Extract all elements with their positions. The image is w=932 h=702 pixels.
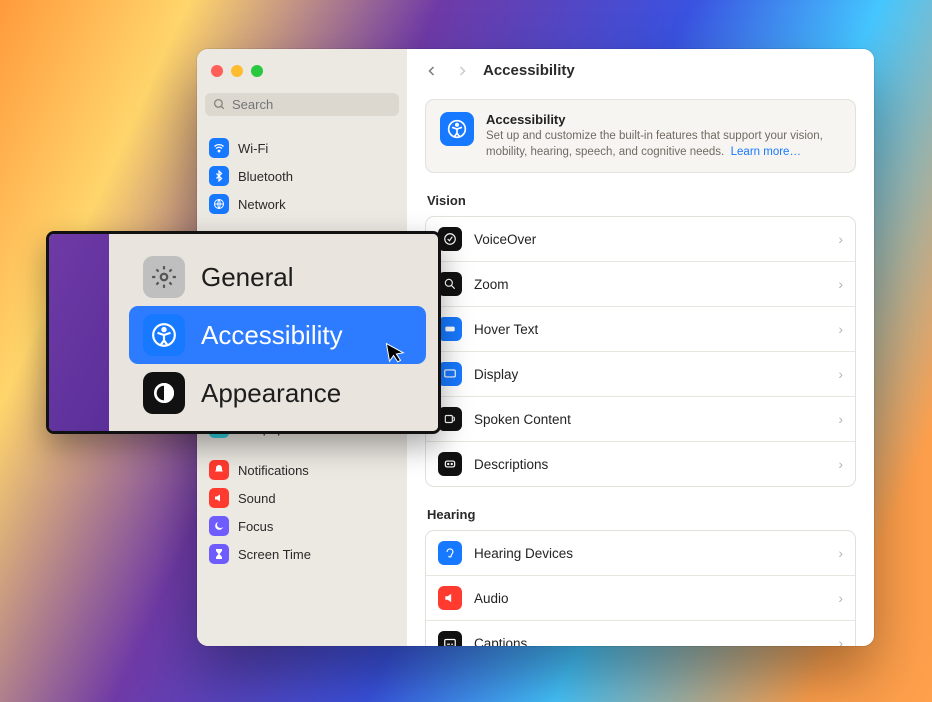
- chevron-right-icon: ›: [838, 411, 843, 427]
- hero-title: Accessibility: [486, 112, 841, 127]
- spoken-icon: [438, 407, 462, 431]
- ear-icon: [438, 541, 462, 565]
- page-title: Accessibility: [483, 62, 575, 79]
- hero-card: Accessibility Set up and customize the b…: [425, 99, 856, 173]
- chevron-right-icon: ›: [838, 231, 843, 247]
- chevron-right-icon: ›: [838, 456, 843, 472]
- sidebar-item-notifications[interactable]: Notifications: [203, 456, 401, 484]
- accessibility-icon: [440, 112, 474, 146]
- sidebar-item-label: Notifications: [238, 463, 309, 478]
- row-display[interactable]: Display ›: [426, 351, 855, 396]
- sidebar-item-screentime[interactable]: Screen Time: [203, 540, 401, 568]
- row-label: Zoom: [474, 277, 826, 292]
- row-label: Captions: [474, 636, 826, 646]
- callout-wallpaper-sliver: [49, 234, 109, 431]
- close-window-button[interactable]: [211, 65, 223, 77]
- forward-button[interactable]: [453, 62, 471, 80]
- chevron-right-icon: ›: [838, 635, 843, 646]
- chevron-right-icon: ›: [838, 321, 843, 337]
- sidebar-item-label: Focus: [238, 519, 273, 534]
- learn-more-link[interactable]: Learn more…: [731, 146, 801, 158]
- main-panel: Accessibility Accessibility Set up and c…: [407, 49, 874, 646]
- sidebar-item-label: Screen Time: [238, 547, 311, 562]
- section-header-hearing: Hearing: [427, 507, 854, 522]
- speaker-icon: [209, 488, 229, 508]
- sidebar-item-label: Network: [238, 197, 286, 212]
- hovertext-icon: [438, 317, 462, 341]
- search-icon: [213, 98, 226, 111]
- zoomed-item-label: Appearance: [201, 378, 341, 409]
- sidebar-item-wifi[interactable]: Wi-Fi: [203, 134, 401, 162]
- voiceover-icon: [438, 227, 462, 251]
- minimize-window-button[interactable]: [231, 65, 243, 77]
- zoomed-sidebar-item-appearance[interactable]: Appearance: [129, 364, 426, 422]
- captions-icon: [438, 631, 462, 646]
- globe-icon: [209, 194, 229, 214]
- window-controls: [197, 49, 407, 93]
- row-label: Audio: [474, 591, 826, 606]
- zoomed-item-label: General: [201, 262, 294, 293]
- wifi-icon: [209, 138, 229, 158]
- row-descriptions[interactable]: Descriptions ›: [426, 441, 855, 486]
- sidebar-item-sound[interactable]: Sound: [203, 484, 401, 512]
- hearing-list: Hearing Devices › Audio › Captions ›: [425, 530, 856, 646]
- bell-icon: [209, 460, 229, 480]
- zoomed-sidebar-item-accessibility[interactable]: Accessibility: [129, 306, 426, 364]
- bluetooth-icon: [209, 166, 229, 186]
- hourglass-icon: [209, 544, 229, 564]
- sidebar-item-network[interactable]: Network: [203, 190, 401, 218]
- zoomed-sidebar-item-general[interactable]: General: [129, 248, 426, 306]
- appearance-icon: [143, 372, 185, 414]
- row-spoken[interactable]: Spoken Content ›: [426, 396, 855, 441]
- row-label: Descriptions: [474, 457, 826, 472]
- row-zoom[interactable]: Zoom ›: [426, 261, 855, 306]
- zoom-icon: [438, 272, 462, 296]
- descriptions-icon: [438, 452, 462, 476]
- zoomed-item-label: Accessibility: [201, 320, 343, 351]
- sidebar-item-label: Bluetooth: [238, 169, 293, 184]
- row-label: Display: [474, 367, 826, 382]
- chevron-right-icon: ›: [838, 366, 843, 382]
- sidebar-item-bluetooth[interactable]: Bluetooth: [203, 162, 401, 190]
- row-voiceover[interactable]: VoiceOver ›: [426, 217, 855, 261]
- speaker-icon: [438, 586, 462, 610]
- sidebar-item-label: Wi-Fi: [238, 141, 268, 156]
- search-field[interactable]: [205, 93, 399, 116]
- row-hovertext[interactable]: Hover Text ›: [426, 306, 855, 351]
- row-label: Spoken Content: [474, 412, 826, 427]
- row-audio[interactable]: Audio ›: [426, 575, 855, 620]
- row-captions[interactable]: Captions ›: [426, 620, 855, 646]
- section-header-vision: Vision: [427, 193, 854, 208]
- mouse-cursor: [385, 340, 407, 365]
- row-label: VoiceOver: [474, 232, 826, 247]
- chevron-right-icon: ›: [838, 545, 843, 561]
- zoom-window-button[interactable]: [251, 65, 263, 77]
- row-hearing-devices[interactable]: Hearing Devices ›: [426, 531, 855, 575]
- moon-icon: [209, 516, 229, 536]
- accessibility-icon: [143, 314, 185, 356]
- search-input[interactable]: [232, 97, 391, 112]
- vision-list: VoiceOver › Zoom › Hover Text › Display › Sp…: [425, 216, 856, 487]
- sidebar-item-focus[interactable]: Focus: [203, 512, 401, 540]
- sidebar-item-label: Sound: [238, 491, 276, 506]
- back-button[interactable]: [423, 62, 441, 80]
- row-label: Hover Text: [474, 322, 826, 337]
- toolbar: Accessibility: [407, 49, 874, 93]
- display-icon: [438, 362, 462, 386]
- chevron-right-icon: ›: [838, 276, 843, 292]
- chevron-right-icon: ›: [838, 590, 843, 606]
- row-label: Hearing Devices: [474, 546, 826, 561]
- gear-icon: [143, 256, 185, 298]
- magnified-callout: General Accessibility Appearance: [46, 231, 441, 434]
